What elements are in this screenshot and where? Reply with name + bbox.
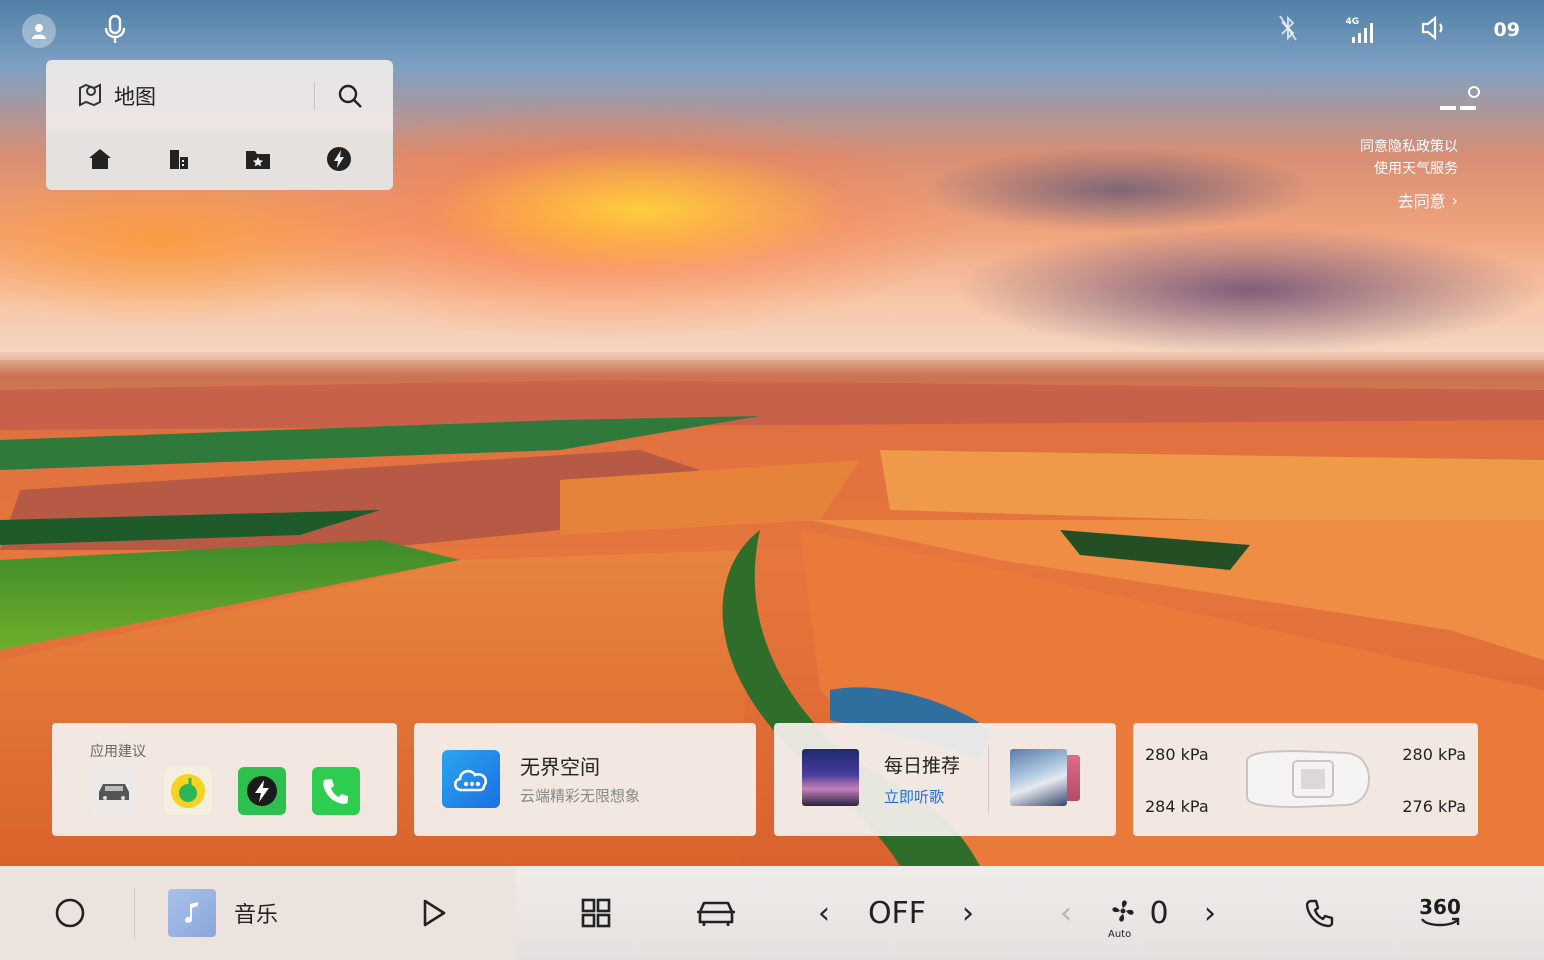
map-icon — [76, 80, 104, 112]
car-app-icon[interactable] — [90, 767, 138, 815]
car-settings-button[interactable] — [692, 866, 740, 960]
status-bar-right: 4G 09 — [1278, 14, 1520, 46]
listen-now-link[interactable]: 立即听歌 — [884, 786, 944, 807]
play-icon — [423, 899, 446, 927]
home-icon[interactable] — [87, 147, 113, 175]
cloud-space-card[interactable]: 无界空间 云端精彩无限想象 — [414, 723, 756, 836]
agree-link[interactable]: 去同意 › — [1360, 188, 1458, 212]
album-cover-image[interactable] — [1010, 749, 1067, 806]
tire-rear-right: 276 kPa — [1402, 797, 1466, 816]
home-circle-button[interactable] — [50, 866, 90, 960]
car-top-view-icon — [1246, 749, 1371, 809]
map-widget[interactable]: 地图 — [46, 60, 393, 190]
qq-music-icon[interactable] — [164, 767, 212, 815]
phone-icon — [1305, 899, 1334, 928]
fan-auto-icon: Auto — [1108, 866, 1138, 960]
album-art-image — [802, 749, 859, 806]
camera-360-button[interactable]: 360 — [1412, 866, 1468, 960]
grid-icon — [581, 898, 611, 928]
ac-mode-value: OFF — [867, 895, 927, 931]
app-suggestions-card: 应用建议 — [52, 723, 397, 836]
divider — [314, 82, 315, 110]
apps-button[interactable] — [576, 866, 616, 960]
bluetooth-icon[interactable] — [1278, 14, 1298, 46]
tire-front-left: 280 kPa — [1145, 745, 1209, 764]
app-suggestions-title: 应用建议 — [90, 744, 146, 760]
map-shortcuts — [46, 132, 393, 190]
cloud-app-icon — [442, 750, 500, 808]
fan-increase-button[interactable]: › — [1196, 866, 1224, 960]
rotate-arrow-icon — [1420, 917, 1460, 927]
chevron-right-icon: › — [1451, 190, 1458, 210]
play-button[interactable] — [412, 866, 456, 960]
company-icon[interactable] — [167, 147, 191, 175]
camera-360-label: 360 — [1419, 895, 1461, 919]
divider — [134, 888, 135, 938]
phone-app-icon[interactable] — [312, 767, 360, 815]
agree-link-label: 去同意 — [1397, 192, 1446, 211]
status-bar-left — [22, 14, 126, 48]
ac-increase-button[interactable]: › — [954, 866, 982, 960]
favorites-icon[interactable] — [244, 147, 272, 175]
daily-recommend-title: 每日推荐 — [884, 755, 961, 777]
map-title: 地图 — [114, 85, 156, 109]
tire-rear-left: 284 kPa — [1145, 797, 1209, 816]
phone-button[interactable] — [1300, 866, 1340, 960]
cloud-space-subtitle: 云端精彩无限想象 — [520, 787, 641, 805]
daily-recommend-card[interactable]: 每日推荐 立即听歌 — [774, 723, 1116, 836]
music-note-icon — [168, 889, 216, 937]
temperature-placeholder — [1360, 106, 1476, 110]
music-player-button[interactable]: 音乐 — [168, 866, 298, 960]
mic-icon[interactable] — [104, 14, 126, 48]
ac-decrease-button[interactable]: ‹ — [810, 866, 838, 960]
car-icon — [697, 901, 735, 926]
clock: 09 — [1493, 19, 1520, 41]
weather-notice-line1: 同意隐私政策以 — [1360, 139, 1458, 155]
degree-icon — [1468, 86, 1480, 98]
divider — [988, 745, 989, 813]
signal-icon: 4G — [1344, 15, 1374, 45]
search-icon[interactable] — [337, 83, 363, 113]
user-icon[interactable] — [22, 14, 56, 48]
tire-front-right: 280 kPa — [1402, 745, 1466, 764]
charging-icon[interactable] — [326, 146, 352, 176]
horizon-haze — [0, 352, 1544, 392]
circle-icon — [55, 898, 85, 928]
fan-level-value: 0 — [1149, 895, 1169, 931]
fan-icon — [1112, 900, 1134, 922]
tire-pressure-card[interactable]: 280 kPa 280 kPa 284 kPa 276 kPa — [1133, 723, 1478, 836]
volume-icon[interactable] — [1420, 15, 1448, 45]
fan-auto-label: Auto — [1108, 929, 1132, 940]
cloud-space-title: 无界空间 — [520, 755, 600, 779]
weather-widget[interactable]: 同意隐私政策以 使用天气服务 去同意 › — [1360, 86, 1480, 212]
music-label: 音乐 — [234, 903, 279, 928]
fan-decrease-button[interactable]: ‹ — [1052, 866, 1080, 960]
charging-app-icon[interactable] — [238, 767, 286, 815]
bottom-dock: 音乐 ‹ OFF › ‹ Auto 0 › 360 — [0, 866, 1544, 960]
weather-notice-line2: 使用天气服务 — [1374, 161, 1458, 177]
